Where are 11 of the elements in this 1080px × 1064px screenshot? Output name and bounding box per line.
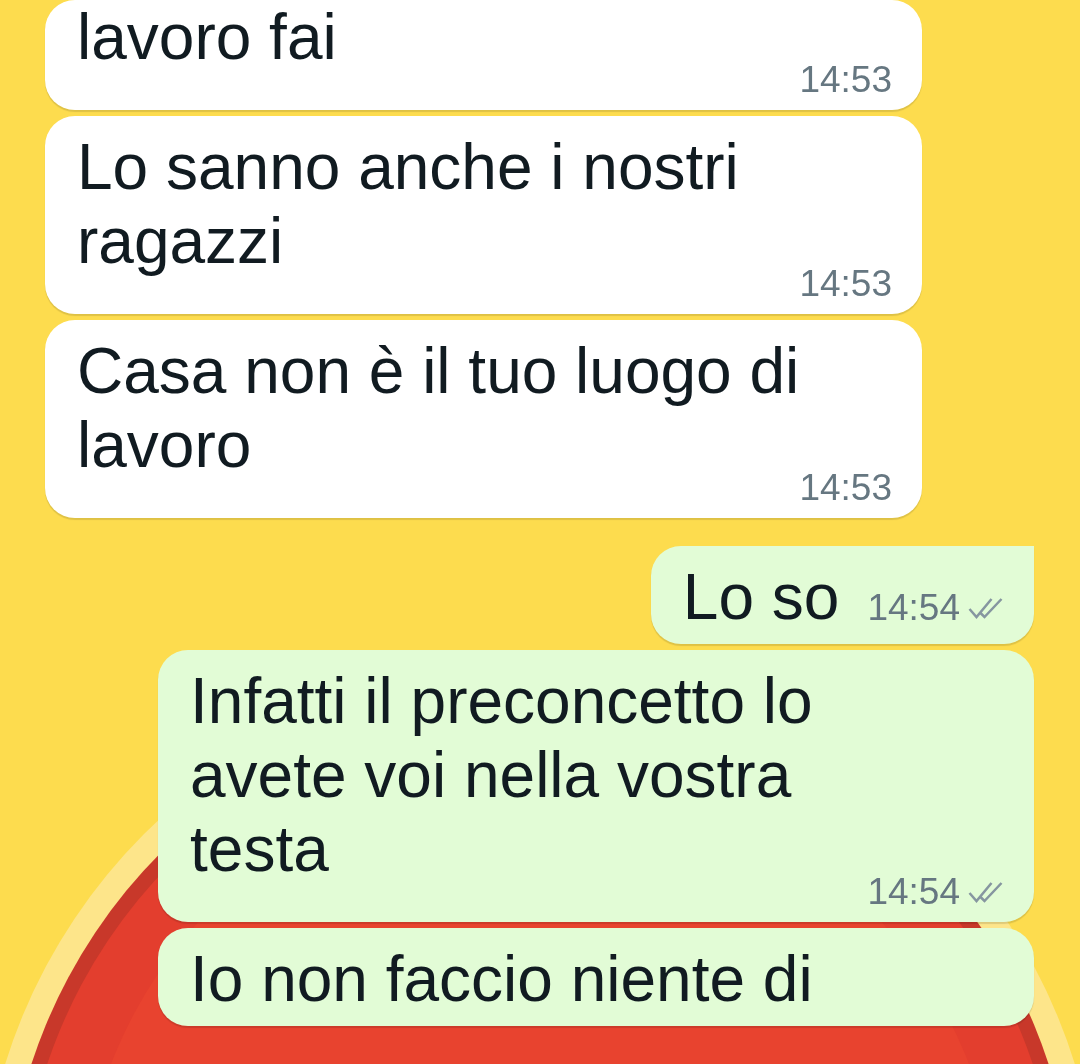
message-text: Io non faccio niente di (190, 942, 814, 1016)
message-time: 14:54 (867, 588, 960, 628)
message-time: 14:53 (799, 468, 892, 508)
message-time: 14:53 (799, 264, 892, 304)
message-time: 14:53 (799, 60, 892, 100)
message-text: Casa non è il tuo luogo di lavoro (77, 334, 801, 482)
message-text: lavoro fai (77, 0, 338, 74)
message-text: Lo sanno anche i nostri ragazzi (77, 130, 740, 278)
message-text: Lo so (682, 560, 840, 634)
message-text: Infatti il preconcetto lo avete voi nella vostra testa (190, 664, 814, 886)
message-time: 14:54 (867, 872, 960, 912)
